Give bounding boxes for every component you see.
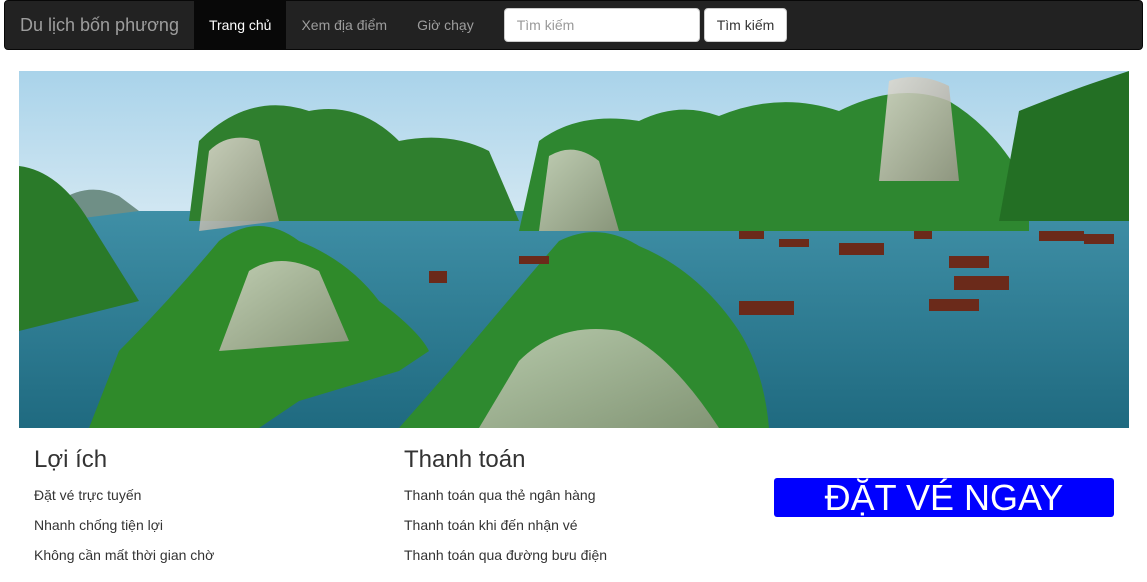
nav-item-locations[interactable]: Xem địa điểm bbox=[286, 0, 402, 50]
benefit-item: Nhanh chống tiện lợi bbox=[34, 517, 164, 534]
hero-cliff-right bbox=[879, 77, 959, 181]
book-ticket-button[interactable]: ĐẶT VÉ NGAY bbox=[774, 478, 1114, 517]
payment-section: Thanh toán Thanh toán qua thẻ ngân hàng … bbox=[404, 446, 608, 575]
payment-item: Thanh toán khi đến nhận vé bbox=[404, 517, 578, 534]
payment-title: Thanh toán bbox=[404, 446, 526, 473]
top-navbar: Du lịch bốn phương Trang chủ Xem địa điể… bbox=[4, 0, 1143, 50]
benefit-item: Đặt vé trực tuyến bbox=[34, 487, 142, 504]
benefits-section: Lợi ích Đặt vé trực tuyến Nhanh chống ti… bbox=[34, 446, 215, 575]
brand-link[interactable]: Du lịch bốn phương bbox=[5, 0, 194, 50]
search-button[interactable]: Tìm kiếm bbox=[703, 8, 788, 42]
hero-banner-image bbox=[19, 71, 1129, 428]
benefit-item: Không cần mất thời gian chờ bbox=[34, 547, 215, 564]
nav-item-schedule[interactable]: Giờ chạy bbox=[402, 0, 489, 50]
search-input[interactable] bbox=[503, 8, 700, 42]
nav-item-home[interactable]: Trang chủ bbox=[193, 0, 287, 50]
search-form: Tìm kiếm bbox=[503, 8, 788, 42]
benefits-title: Lợi ích bbox=[34, 446, 108, 473]
payment-item: Thanh toán qua thẻ ngân hàng bbox=[404, 487, 596, 504]
payment-item: Thanh toán qua đường bưu điện bbox=[404, 547, 608, 564]
